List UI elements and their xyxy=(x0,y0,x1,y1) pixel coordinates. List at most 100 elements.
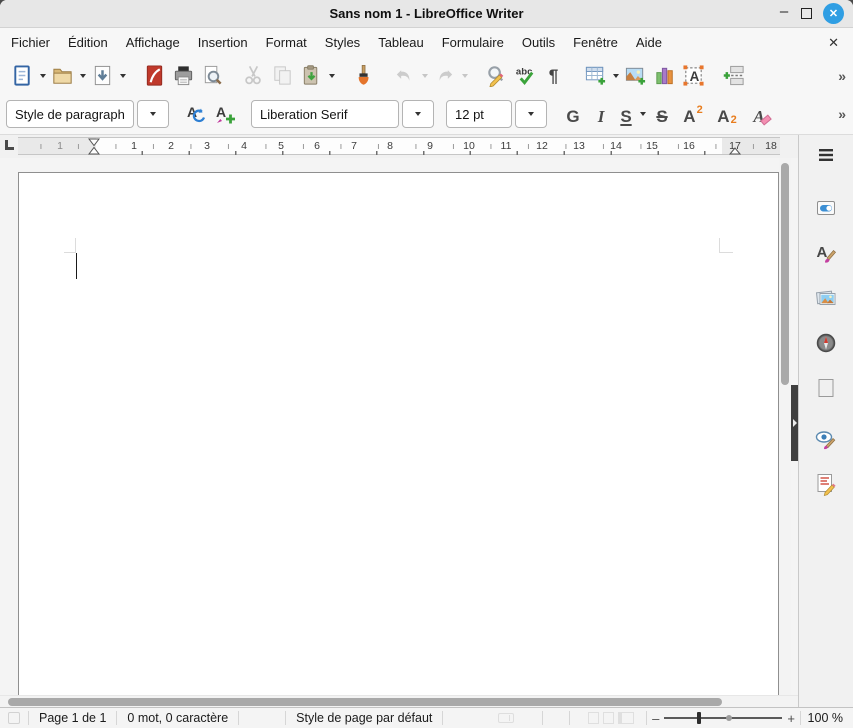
menu-item[interactable]: Édition xyxy=(59,31,117,54)
menu-item[interactable]: Affichage xyxy=(117,31,189,54)
find-replace-button[interactable] xyxy=(482,61,511,91)
page-count[interactable]: Page 1 de 1 xyxy=(29,711,116,725)
zoom-level[interactable]: 100 % xyxy=(801,711,853,725)
paste-dropdown[interactable] xyxy=(326,61,337,91)
sidebar-toggle-handle[interactable] xyxy=(791,385,798,461)
vertical-scrollbar[interactable] xyxy=(779,158,791,695)
insert-chart-button[interactable] xyxy=(650,61,679,91)
sidebar-tab-properties[interactable] xyxy=(807,190,845,226)
paste-button[interactable] xyxy=(297,61,326,91)
insert-page-break-button[interactable] xyxy=(720,61,749,91)
close-button[interactable]: ✕ xyxy=(823,3,844,24)
menu-item[interactable]: Insertion xyxy=(189,31,257,54)
font-size-input[interactable]: 12 pt xyxy=(446,100,512,128)
superscript-button[interactable]: A2 xyxy=(676,99,710,129)
sidebar-tab-style-inspector[interactable] xyxy=(807,421,845,457)
insert-image-button[interactable] xyxy=(621,61,650,91)
formatting-marks-button[interactable]: ¶ xyxy=(540,61,569,91)
menu-item[interactable]: Format xyxy=(257,31,316,54)
redo-dropdown[interactable] xyxy=(459,61,470,91)
tab-stop-type-selector[interactable] xyxy=(5,140,14,150)
document-page[interactable] xyxy=(18,172,779,695)
selection-mode-icon[interactable] xyxy=(498,713,514,723)
font-size-combo: 12 pt xyxy=(446,100,547,128)
zoom-slider-handle[interactable] xyxy=(697,712,701,724)
horizontal-scrollbar[interactable] xyxy=(0,695,798,707)
menu-item[interactable]: Fichier xyxy=(2,31,59,54)
horizontal-scrollbar-thumb[interactable] xyxy=(8,698,722,706)
cut-button[interactable] xyxy=(239,61,268,91)
book-view-icon[interactable] xyxy=(618,712,634,724)
menu-item[interactable]: Fenêtre xyxy=(564,31,627,54)
subscript-button[interactable]: A2 xyxy=(710,99,744,129)
single-page-view-icon[interactable] xyxy=(588,712,599,724)
new-document-button[interactable] xyxy=(8,61,37,91)
spelling-icon: abc xyxy=(514,64,537,87)
sidebar-settings-button[interactable] xyxy=(807,137,845,173)
insert-text-box-button[interactable]: A xyxy=(679,61,708,91)
toolbar-overflow-button[interactable]: » xyxy=(838,68,844,84)
print-button[interactable] xyxy=(169,61,198,91)
sidebar-tab-manage-changes[interactable] xyxy=(807,466,845,502)
save-dropdown[interactable] xyxy=(117,61,128,91)
open-dropdown[interactable] xyxy=(77,61,88,91)
close-document-icon[interactable]: ✕ xyxy=(824,35,843,51)
underline-icon: S xyxy=(620,108,631,125)
zoom-in-button[interactable]: + xyxy=(782,711,800,726)
maximize-button[interactable] xyxy=(801,8,812,19)
bold-button[interactable]: G xyxy=(559,99,587,129)
sidebar-tab-page[interactable] xyxy=(807,370,845,406)
update-style-button[interactable]: A xyxy=(181,99,210,129)
print-preview-icon xyxy=(201,64,224,87)
copy-button[interactable] xyxy=(268,61,297,91)
strikethrough-button[interactable]: S xyxy=(648,99,676,129)
font-size-dropdown[interactable] xyxy=(515,100,547,128)
clone-formatting-button[interactable] xyxy=(349,61,378,91)
underline-button[interactable]: S xyxy=(615,99,637,129)
underline-dropdown[interactable] xyxy=(637,99,648,129)
sidebar-tab-navigator[interactable] xyxy=(807,325,845,361)
font-name-input[interactable]: Liberation Serif xyxy=(251,100,399,128)
horizontal-ruler[interactable]: 1 123456789101112131415161718 xyxy=(0,135,798,158)
menu-item[interactable]: Tableau xyxy=(369,31,433,54)
save-button[interactable] xyxy=(88,61,117,91)
multi-page-view-icon[interactable] xyxy=(603,712,614,724)
italic-button[interactable]: I xyxy=(587,99,615,129)
clear-formatting-button[interactable]: A xyxy=(744,99,780,129)
text-margin-corner-topright xyxy=(719,238,733,253)
ruler-number: 13 xyxy=(573,140,585,152)
insert-table-button[interactable] xyxy=(581,61,610,91)
menu-item[interactable]: Formulaire xyxy=(433,31,513,54)
new-style-button[interactable]: A xyxy=(210,99,239,129)
minimize-button[interactable]: – xyxy=(778,8,790,20)
sidebar-tab-gallery[interactable] xyxy=(807,280,845,316)
menu-item[interactable]: Styles xyxy=(316,31,369,54)
zoom-slider[interactable] xyxy=(664,711,782,725)
zoom-out-button[interactable]: – xyxy=(647,711,664,726)
vertical-scrollbar-thumb[interactable] xyxy=(781,163,789,385)
toolbar-overflow-button[interactable]: » xyxy=(838,106,844,122)
insert-table-dropdown[interactable] xyxy=(610,61,621,91)
export-pdf-button[interactable] xyxy=(140,61,169,91)
open-button[interactable] xyxy=(48,61,77,91)
sidebar-tab-styles[interactable]: A xyxy=(807,235,845,271)
redo-button[interactable] xyxy=(430,61,459,91)
titlebar[interactable]: Sans nom 1 - LibreOffice Writer – ✕ xyxy=(0,0,853,28)
page-style[interactable]: Style de page par défaut xyxy=(286,711,442,725)
print-preview-button[interactable] xyxy=(198,61,227,91)
indent-marker-right[interactable] xyxy=(729,147,741,155)
zoom-slider-track[interactable] xyxy=(664,717,782,719)
undo-button[interactable] xyxy=(390,61,419,91)
paragraph-style-input[interactable]: Style de paragraph xyxy=(6,100,134,128)
ruler-number: 14 xyxy=(610,140,622,152)
spelling-button[interactable]: abc xyxy=(511,61,540,91)
indent-marker-left[interactable] xyxy=(88,138,100,155)
font-name-dropdown[interactable] xyxy=(402,100,434,128)
document-area[interactable] xyxy=(0,158,798,695)
menu-item[interactable]: Outils xyxy=(513,31,564,54)
undo-dropdown[interactable] xyxy=(419,61,430,91)
menu-item[interactable]: Aide xyxy=(627,31,671,54)
paragraph-style-dropdown[interactable] xyxy=(137,100,169,128)
word-count[interactable]: 0 mot, 0 caractère xyxy=(117,711,238,725)
new-document-dropdown[interactable] xyxy=(37,61,48,91)
